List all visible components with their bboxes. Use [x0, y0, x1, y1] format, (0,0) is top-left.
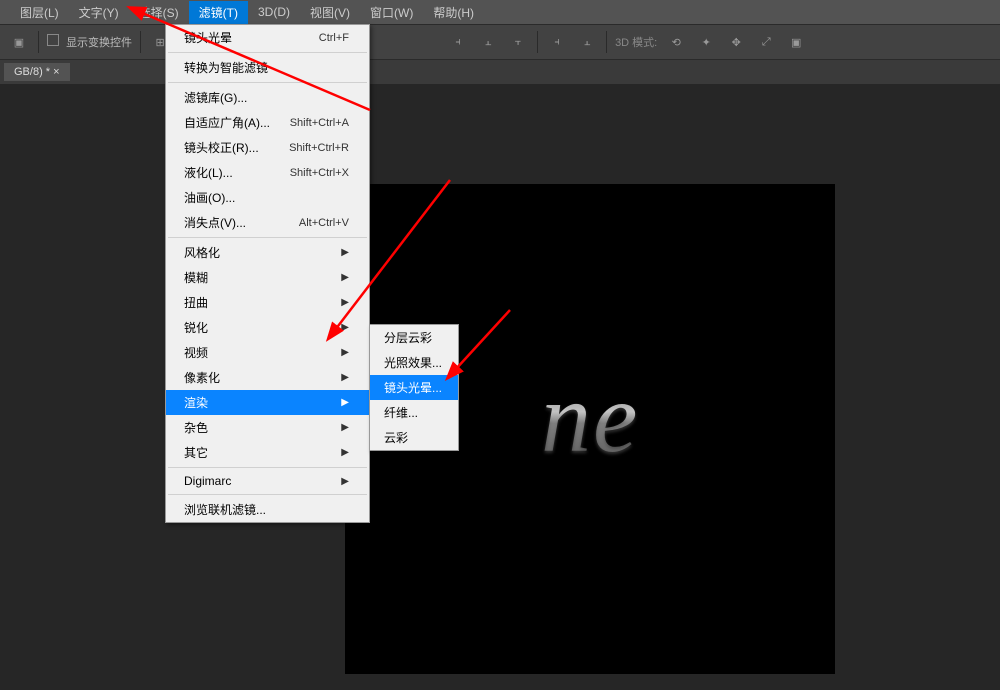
menu-select[interactable]: 选择(S) [129, 1, 189, 24]
menu-digimarc[interactable]: Digimarc ▶ [166, 470, 369, 492]
submenu-arrow-icon: ▶ [341, 272, 349, 283]
show-transform-controls[interactable]: 显示变换控件 [47, 34, 132, 50]
menu-other[interactable]: 其它 ▶ [166, 440, 369, 465]
menu-item-label: 扭曲 [184, 294, 208, 311]
menu-3d[interactable]: 3D(D) [248, 2, 300, 22]
menu-item-label: 消失点(V)... [184, 214, 246, 231]
menu-separator [168, 52, 367, 53]
menu-item-label: 锐化 [184, 319, 208, 336]
canvas-area: ne [0, 84, 1000, 690]
menu-shortcut: Ctrl+F [319, 32, 349, 44]
pan-icon[interactable]: ✦ [695, 31, 717, 53]
menu-item-label: 自适应广角(A)... [184, 114, 270, 131]
submenu-arrow-icon: ▶ [341, 447, 349, 458]
menu-item-label: 风格化 [184, 244, 220, 261]
menu-distort[interactable]: 扭曲 ▶ [166, 290, 369, 315]
menu-item-label: Digimarc [184, 474, 231, 488]
submenu-lens-flare[interactable]: 镜头光晕... [370, 375, 458, 400]
submenu-arrow-icon: ▶ [341, 322, 349, 333]
mode3d-label: 3D 模式: [615, 34, 657, 50]
toolbar-divider [140, 31, 141, 53]
menu-item-label: 视频 [184, 344, 208, 361]
menu-filter-gallery[interactable]: 滤镜库(G)... [166, 85, 369, 110]
document-tab[interactable]: GB/8) * × [4, 63, 70, 81]
menu-lens-correction[interactable]: 镜头校正(R)... Shift+Ctrl+R [166, 135, 369, 160]
move-icon[interactable]: ✥ [725, 31, 747, 53]
menu-layer[interactable]: 图层(L) [10, 1, 69, 24]
menu-separator [168, 494, 367, 495]
menu-shortcut: Alt+Ctrl+V [299, 217, 349, 229]
menu-item-label: 渲染 [184, 394, 208, 411]
menu-item-label: 镜头光晕 [184, 29, 232, 46]
menu-adaptive-wide[interactable]: 自适应广角(A)... Shift+Ctrl+A [166, 110, 369, 135]
toolbar-divider [38, 31, 39, 53]
tabbar: GB/8) * × [0, 60, 1000, 84]
menu-view[interactable]: 视图(V) [300, 1, 360, 24]
menu-shortcut: Shift+Ctrl+X [290, 167, 349, 179]
menu-item-label: 其它 [184, 444, 208, 461]
render-submenu: 分层云彩 光照效果... 镜头光晕... 纤维... 云彩 [369, 324, 459, 451]
tool-icon-1[interactable]: ▣ [8, 31, 30, 53]
submenu-arrow-icon: ▶ [341, 347, 349, 358]
menu-separator [168, 237, 367, 238]
align-left-icon[interactable]: ⫞ [447, 31, 469, 53]
menu-sharpen[interactable]: 锐化 ▶ [166, 315, 369, 340]
menu-separator [168, 467, 367, 468]
toolbar-divider [606, 31, 607, 53]
menu-item-label: 滤镜库(G)... [184, 89, 247, 106]
menu-browse-online[interactable]: 浏览联机滤镜... [166, 497, 369, 522]
checkbox-icon[interactable] [47, 34, 59, 46]
scale-icon[interactable]: ⤢ [755, 31, 777, 53]
menu-shortcut: Shift+Ctrl+R [289, 142, 349, 154]
menu-stylize[interactable]: 风格化 ▶ [166, 240, 369, 265]
menu-item-label: 转换为智能滤镜 [184, 59, 268, 76]
menu-vanishing-point[interactable]: 消失点(V)... Alt+Ctrl+V [166, 210, 369, 235]
submenu-clouds[interactable]: 云彩 [370, 425, 458, 450]
submenu-arrow-icon: ▶ [341, 397, 349, 408]
canvas-text: ne [541, 360, 639, 475]
dist-icon-2[interactable]: ⫠ [576, 31, 598, 53]
menu-last-filter[interactable]: 镜头光晕 Ctrl+F [166, 25, 369, 50]
toolbar-divider [537, 31, 538, 53]
menu-help[interactable]: 帮助(H) [423, 1, 484, 24]
menu-item-label: 液化(L)... [184, 164, 233, 181]
submenu-arrow-icon: ▶ [341, 372, 349, 383]
orbit-icon[interactable]: ⟲ [665, 31, 687, 53]
menu-item-label: 浏览联机滤镜... [184, 501, 266, 518]
align-right-icon[interactable]: ⫟ [507, 31, 529, 53]
menu-item-label: 像素化 [184, 369, 220, 386]
menu-item-label: 杂色 [184, 419, 208, 436]
menu-convert-smart[interactable]: 转换为智能滤镜 [166, 55, 369, 80]
menu-render[interactable]: 渲染 ▶ [166, 390, 369, 415]
submenu-arrow-icon: ▶ [341, 422, 349, 433]
dist-icon-1[interactable]: ⫞ [546, 31, 568, 53]
menu-text[interactable]: 文字(Y) [69, 1, 129, 24]
menu-filter[interactable]: 滤镜(T) [189, 1, 248, 24]
menu-blur[interactable]: 模糊 ▶ [166, 265, 369, 290]
menu-liquify[interactable]: 液化(L)... Shift+Ctrl+X [166, 160, 369, 185]
camera-icon[interactable]: ▣ [785, 31, 807, 53]
submenu-arrow-icon: ▶ [341, 247, 349, 258]
menu-item-label: 油画(O)... [184, 189, 235, 206]
menu-item-label: 模糊 [184, 269, 208, 286]
menu-oil-paint[interactable]: 油画(O)... [166, 185, 369, 210]
submenu-lighting-effects[interactable]: 光照效果... [370, 350, 458, 375]
menu-video[interactable]: 视频 ▶ [166, 340, 369, 365]
menu-separator [168, 82, 367, 83]
submenu-fibers[interactable]: 纤维... [370, 400, 458, 425]
toolbar: ▣ 显示变换控件 ⊞ ⊟ ⫞ ⫠ ⫟ ⫞ ⫠ 3D 模式: ⟲ ✦ ✥ ⤢ ▣ [0, 24, 1000, 60]
filter-menu: 镜头光晕 Ctrl+F 转换为智能滤镜 滤镜库(G)... 自适应广角(A)..… [165, 24, 370, 523]
menu-pixelate[interactable]: 像素化 ▶ [166, 365, 369, 390]
align-center-icon[interactable]: ⫠ [477, 31, 499, 53]
menu-item-label: 镜头校正(R)... [184, 139, 259, 156]
menu-window[interactable]: 窗口(W) [360, 1, 423, 24]
menubar: 图层(L) 文字(Y) 选择(S) 滤镜(T) 3D(D) 视图(V) 窗口(W… [0, 0, 1000, 24]
checkbox-label: 显示变换控件 [66, 37, 132, 49]
submenu-arrow-icon: ▶ [341, 297, 349, 308]
menu-noise[interactable]: 杂色 ▶ [166, 415, 369, 440]
menu-shortcut: Shift+Ctrl+A [290, 117, 349, 129]
submenu-difference-clouds[interactable]: 分层云彩 [370, 325, 458, 350]
submenu-arrow-icon: ▶ [341, 476, 349, 487]
